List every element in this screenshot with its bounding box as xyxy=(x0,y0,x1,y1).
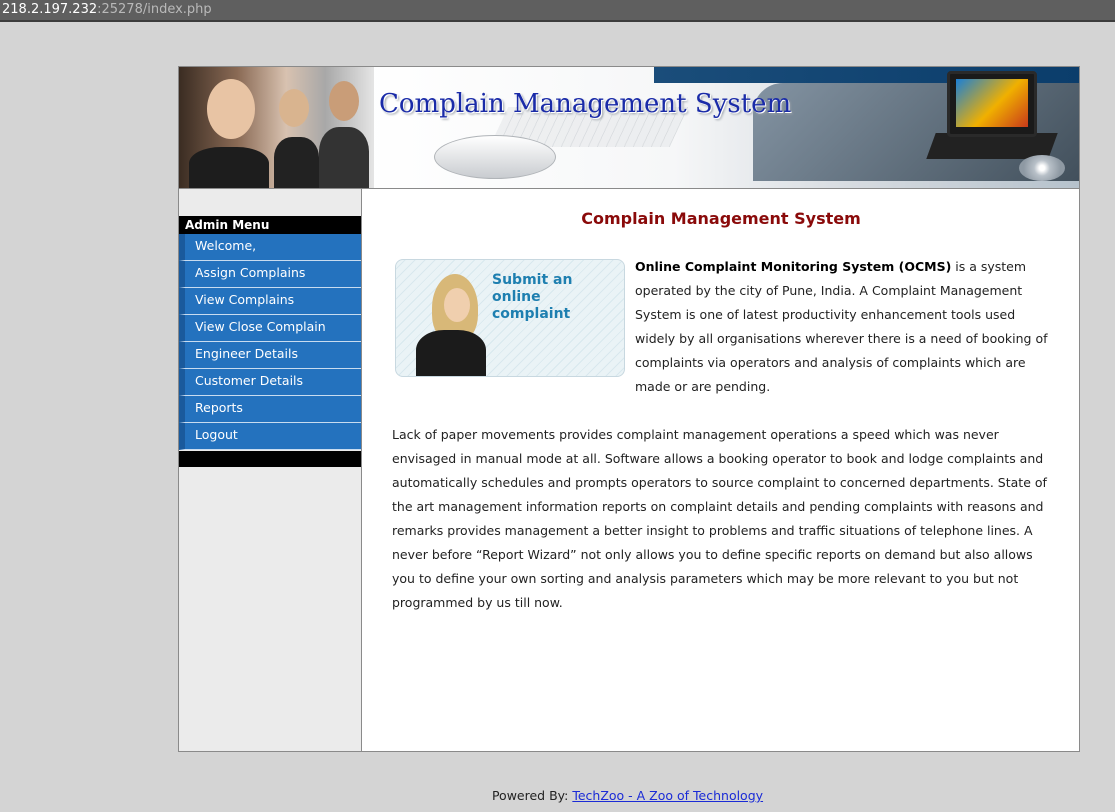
footer-prefix: Powered By: xyxy=(491,788,573,803)
person-body xyxy=(274,137,319,188)
intro-text: is a system operated by the city of Pune… xyxy=(635,259,1048,394)
page-frame: Complain Management System Admin Menu We… xyxy=(178,66,1080,752)
menu-footer-bar xyxy=(179,451,361,467)
sidebar-item-view-close-complain[interactable]: View Close Complain xyxy=(179,315,361,342)
header-banner: Complain Management System xyxy=(179,67,1079,189)
description-paragraph: Lack of paper movements provides complai… xyxy=(392,427,1047,610)
sidebar-item-welcome[interactable]: Welcome, xyxy=(179,234,361,261)
intro-paragraph: Online Complaint Monitoring System (OCMS… xyxy=(635,255,1055,399)
mouse-graphic xyxy=(434,135,556,179)
person-face xyxy=(279,89,309,127)
banner-title: Complain Management System xyxy=(379,89,792,119)
person-face xyxy=(207,79,255,139)
woman-face xyxy=(444,288,470,322)
laptop-icon xyxy=(947,71,1037,137)
woman-body xyxy=(416,330,486,376)
sidebar: Admin Menu Welcome, Assign Complains Vie… xyxy=(179,189,362,751)
call-center-photo xyxy=(179,67,374,188)
url-path: :25278/index.php xyxy=(97,2,212,17)
promo-text: Submit an online complaint xyxy=(492,272,573,322)
sidebar-item-view-complains[interactable]: View Complains xyxy=(179,288,361,315)
person-body xyxy=(319,127,369,188)
admin-menu: Welcome, Assign Complains View Complains… xyxy=(179,234,361,450)
page-title: Complain Management System xyxy=(581,209,861,228)
cd-icon xyxy=(1019,155,1065,181)
sidebar-item-engineer-details[interactable]: Engineer Details xyxy=(179,342,361,369)
main-content: Complain Management System Submit an onl… xyxy=(363,189,1079,751)
submit-complaint-banner[interactable]: Submit an online complaint xyxy=(395,259,625,377)
techzoo-link[interactable]: TechZoo - A Zoo of Technology xyxy=(572,788,763,803)
admin-menu-heading: Admin Menu xyxy=(179,216,361,234)
person-body xyxy=(189,147,269,188)
page-footer: Powered By: TechZoo - A Zoo of Technolog… xyxy=(0,788,1115,803)
url-host: 218.2.197.232 xyxy=(2,2,98,17)
sidebar-item-logout[interactable]: Logout xyxy=(179,423,361,450)
sidebar-item-assign-complains[interactable]: Assign Complains xyxy=(179,261,361,288)
sidebar-item-customer-details[interactable]: Customer Details xyxy=(179,369,361,396)
intro-bold: Online Complaint Monitoring System (OCMS… xyxy=(635,259,952,274)
sidebar-item-reports[interactable]: Reports xyxy=(179,396,361,423)
address-bar[interactable]: 218.2.197.232:25278/index.php xyxy=(0,0,1115,22)
person-face xyxy=(329,81,359,121)
